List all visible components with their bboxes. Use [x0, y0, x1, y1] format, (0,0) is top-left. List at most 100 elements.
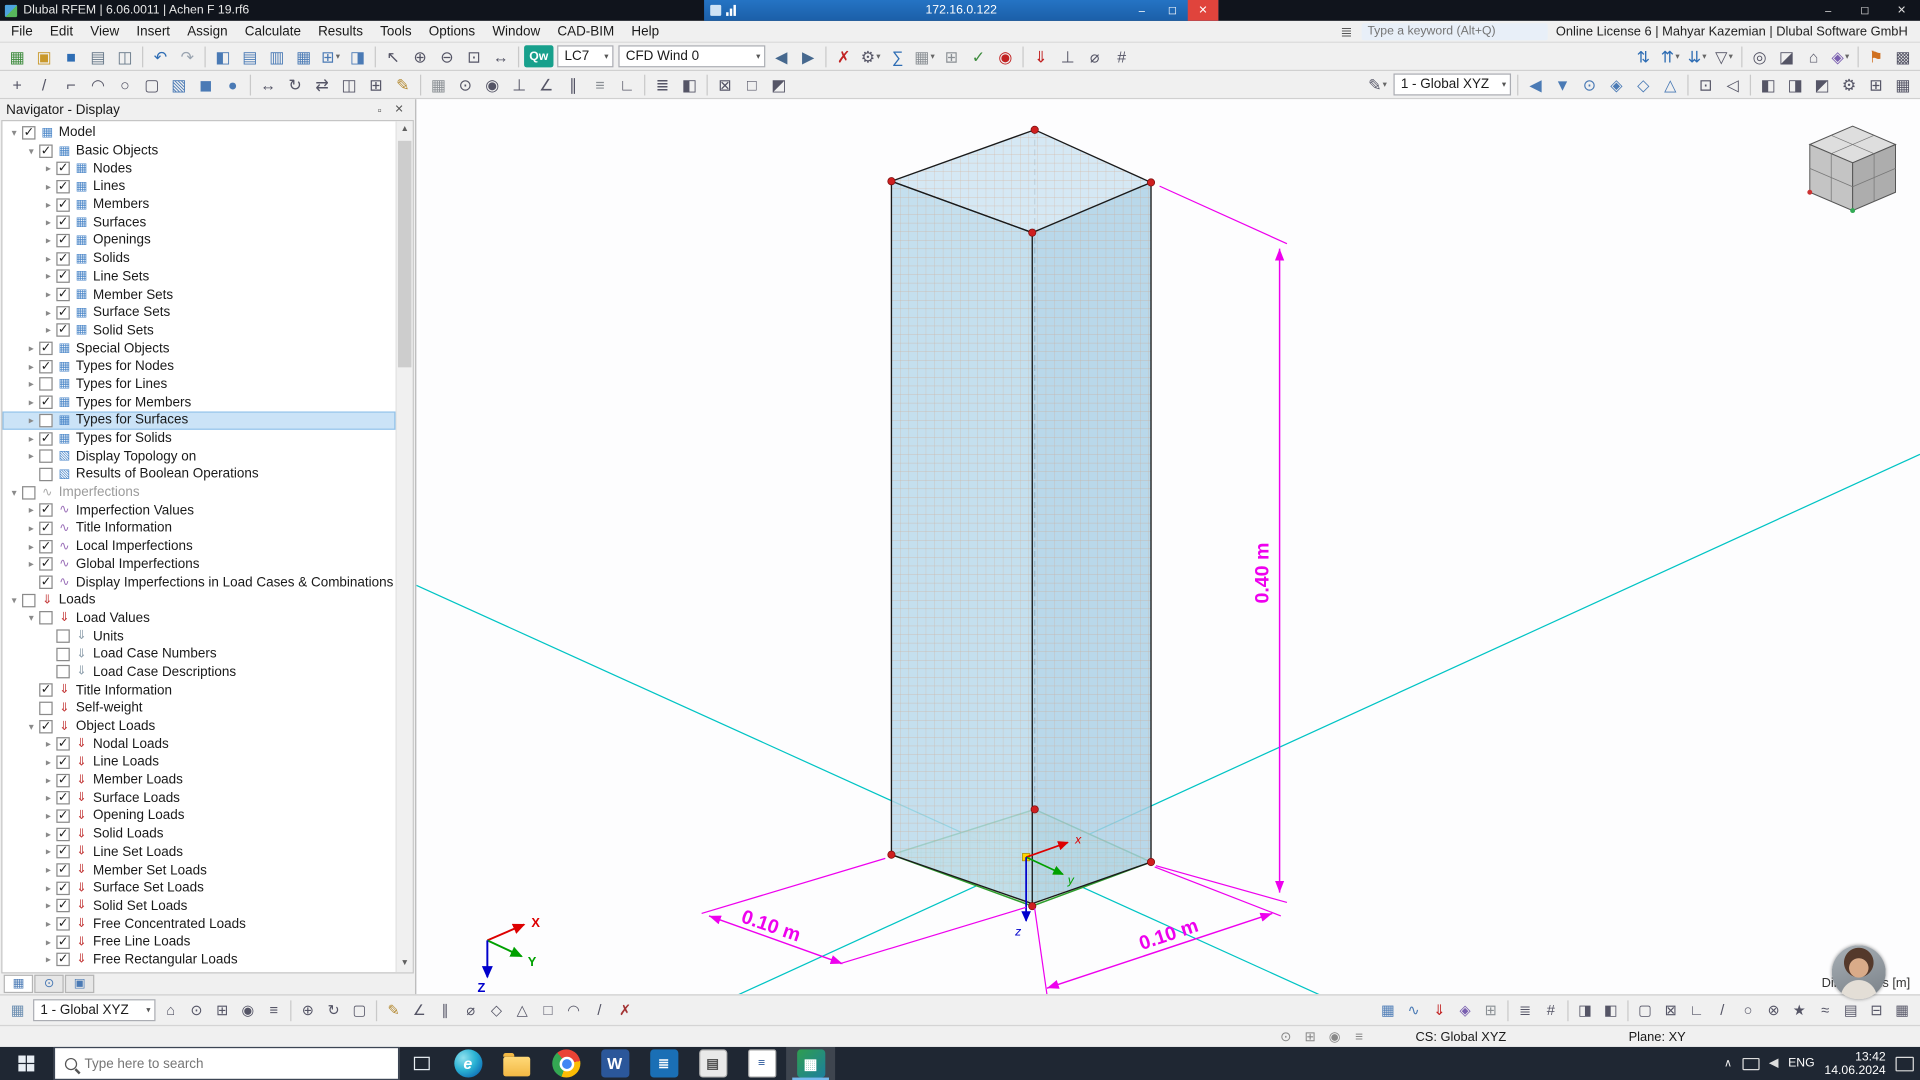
- tree-item-types-for-surfaces[interactable]: ▸ ▦ Types for Surfaces: [2, 411, 396, 430]
- checkbox[interactable]: ✓: [39, 503, 53, 518]
- draw-line-icon[interactable]: /: [31, 72, 58, 96]
- zoom-all-icon[interactable]: ⊡: [1692, 72, 1719, 96]
- taskbar-clock[interactable]: 13:42 14.06.2024: [1824, 1050, 1885, 1077]
- tree-item-display-imperfections-in-load-cases-combinations[interactable]: ✓ ∿ Display Imperfections in Load Cases & …: [2, 573, 395, 591]
- expander-icon[interactable]: ▸: [24, 415, 37, 426]
- save-file-icon[interactable]: ■: [58, 44, 85, 68]
- maximize-button[interactable]: ◻: [1847, 0, 1884, 21]
- angle-snap-icon[interactable]: ∠: [407, 999, 433, 1021]
- tower-solid[interactable]: [889, 129, 1153, 905]
- expander-icon[interactable]: ▸: [42, 775, 55, 786]
- menu-edit[interactable]: Edit: [41, 21, 81, 41]
- nav-tab-display[interactable]: ▦: [3, 974, 34, 994]
- checkbox[interactable]: ✓: [56, 809, 70, 823]
- warning-icon[interactable]: ◉: [992, 44, 1019, 68]
- loads-toggle-icon[interactable]: ⇓: [1427, 999, 1453, 1021]
- checkbox[interactable]: [39, 611, 53, 625]
- expander-icon[interactable]: ▸: [42, 739, 55, 750]
- deselect-icon[interactable]: □: [738, 72, 765, 96]
- checkbox[interactable]: ✓: [56, 233, 70, 248]
- volume-icon[interactable]: ◀: [1769, 1057, 1778, 1070]
- section-3-icon[interactable]: ◩: [1809, 72, 1836, 96]
- checkbox[interactable]: ✓: [56, 953, 70, 967]
- expander-icon[interactable]: ▸: [24, 523, 37, 534]
- scroll-up-icon[interactable]: ▲: [397, 121, 413, 138]
- copy-icon[interactable]: ◫: [111, 44, 138, 68]
- expander-icon[interactable]: ▸: [42, 811, 55, 822]
- expander-icon[interactable]: ▸: [24, 433, 37, 444]
- tree-item-line-loads[interactable]: ▸ ✓ ⇓ Line Loads: [2, 753, 395, 771]
- close-button[interactable]: ✕: [1883, 0, 1920, 21]
- checkbox[interactable]: ✓: [39, 539, 53, 554]
- triangle-snap-icon[interactable]: △: [509, 999, 535, 1021]
- mesh-display-icon[interactable]: ⊞: [1478, 999, 1504, 1021]
- checkbox[interactable]: ✓: [56, 161, 70, 176]
- tree-item-line-sets[interactable]: ▸ ✓ ▦ Line Sets: [2, 268, 395, 286]
- star-mode-icon[interactable]: ★: [1787, 999, 1813, 1021]
- mirror-object-icon[interactable]: ⇄: [309, 72, 336, 96]
- axonometric-view-icon[interactable]: ◇: [1630, 72, 1657, 96]
- nav-tab-views[interactable]: ⊙: [34, 974, 64, 994]
- tree-item-local-imperfections[interactable]: ▸ ✓ ∿ Local Imperfections: [2, 537, 395, 555]
- document-app[interactable]: ≡: [737, 1047, 786, 1080]
- tree-item-types-for-nodes[interactable]: ▸ ✓ ▦ Types for Nodes: [2, 357, 395, 375]
- tree-item-line-set-loads[interactable]: ▸ ✓ ⇓ Line Set Loads: [2, 843, 395, 861]
- expander-icon[interactable]: ▸: [24, 559, 37, 570]
- tree-item-solids[interactable]: ▸ ✓ ▦ Solids: [2, 250, 395, 268]
- numbering-icon[interactable]: #: [1108, 44, 1135, 68]
- expander-icon[interactable]: ▸: [42, 235, 55, 246]
- section-1-icon[interactable]: ◧: [1755, 72, 1782, 96]
- flag-icon[interactable]: ⚑: [1862, 44, 1889, 68]
- expander-icon[interactable]: ▸: [42, 793, 55, 804]
- model-viewport[interactable]: x y z 0.40 m 0.10 m 0.10 m X Y Z [m]: [416, 99, 1920, 995]
- undo-icon[interactable]: ↶: [147, 44, 174, 68]
- menu-results[interactable]: Results: [310, 21, 372, 41]
- menu-window[interactable]: Window: [484, 21, 549, 41]
- guidelines-icon[interactable]: ≡: [587, 72, 614, 96]
- checkbox[interactable]: [39, 701, 53, 715]
- checkbox[interactable]: ✓: [56, 737, 70, 751]
- expander-icon[interactable]: ▸: [42, 829, 55, 840]
- grid-indicator-icon[interactable]: ⊞: [1298, 1028, 1322, 1046]
- start-button[interactable]: [0, 1047, 54, 1080]
- checkbox[interactable]: ✓: [39, 521, 53, 536]
- vertical-scrollbar[interactable]: ▲ ▼: [395, 121, 413, 973]
- shading-mode-icon[interactable]: ◨: [1572, 999, 1598, 1021]
- perspective-view-icon[interactable]: △: [1657, 72, 1684, 96]
- square-snap-icon[interactable]: □: [535, 999, 561, 1021]
- tree-item-load-case-numbers[interactable]: ⇓ Load Case Numbers: [2, 645, 395, 663]
- edit-mode-icon[interactable]: ✎: [381, 999, 407, 1021]
- navigation-cube[interactable]: [1807, 125, 1897, 214]
- diameter-snap-icon[interactable]: ⌀: [458, 999, 484, 1021]
- loads-display-icon[interactable]: ⇓: [1027, 44, 1054, 68]
- menu-view[interactable]: View: [82, 21, 128, 41]
- filter-icon[interactable]: ▽ ▾: [1711, 44, 1738, 68]
- workplane-xy-icon[interactable]: ▢: [347, 999, 373, 1021]
- view-z-icon[interactable]: ⊙: [1576, 72, 1603, 96]
- expander-icon[interactable]: ▸: [42, 900, 55, 911]
- tree-item-surfaces[interactable]: ▸ ✓ ▦ Surfaces: [2, 214, 395, 232]
- modify-object-icon[interactable]: ✎: [389, 72, 416, 96]
- diagonal-snap-icon[interactable]: ◇: [484, 999, 510, 1021]
- sort-icon[interactable]: ⇅: [1630, 44, 1657, 68]
- result-badge[interactable]: Qw: [524, 45, 554, 68]
- guidelines-toggle-icon[interactable]: ≡: [261, 999, 287, 1021]
- tree-item-special-objects[interactable]: ▸ ✓ ▦ Special Objects: [2, 339, 395, 357]
- expander-icon[interactable]: ▾: [7, 487, 20, 498]
- wind-combo[interactable]: CFD Wind 0 ▾: [618, 45, 766, 68]
- zoom-out-icon[interactable]: ⊖: [433, 44, 460, 68]
- expander-icon[interactable]: ▸: [24, 505, 37, 516]
- view-x-icon[interactable]: ◀: [1522, 72, 1549, 96]
- language-indicator[interactable]: ENG: [1788, 1057, 1815, 1070]
- expander-icon[interactable]: ▸: [42, 253, 55, 264]
- tree-item-free-line-loads[interactable]: ▸ ✓ ⇓ Free Line Loads: [2, 933, 395, 951]
- osnap-indicator-icon[interactable]: ◉: [1322, 1028, 1346, 1046]
- stress-display-icon[interactable]: ◈: [1452, 999, 1478, 1021]
- taskbar-search[interactable]: [53, 1046, 400, 1080]
- checkbox[interactable]: ✓: [56, 251, 70, 266]
- snap-angle-icon[interactable]: ∠: [533, 72, 560, 96]
- plausibility-check-icon[interactable]: ✓: [965, 44, 992, 68]
- hamburger-icon[interactable]: ≣: [1340, 23, 1352, 40]
- tree-item-types-for-lines[interactable]: ▸ ▦ Types for Lines: [2, 375, 395, 393]
- checkbox[interactable]: ✓: [39, 395, 53, 410]
